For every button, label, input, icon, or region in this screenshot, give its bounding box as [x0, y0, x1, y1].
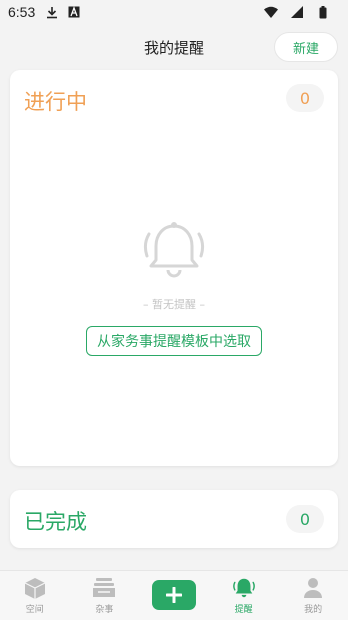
ongoing-title: 进行中 — [24, 90, 87, 114]
empty-state: – 暂无提醒 – 从家务事提醒模板中选取 — [10, 220, 338, 356]
ongoing-count-badge: 0 — [286, 84, 324, 112]
person-icon — [301, 576, 325, 600]
header: 我的提醒 新建 — [0, 28, 348, 66]
battery-icon — [316, 5, 330, 19]
tab-reminders[interactable]: 提醒 — [209, 571, 279, 620]
tray-icon — [92, 576, 116, 600]
tab-label-chores: 杂事 — [95, 605, 114, 615]
tab-label-reminders: 提醒 — [234, 605, 253, 615]
new-button[interactable]: 新建 — [274, 32, 338, 62]
box-icon — [23, 576, 47, 600]
status-bar: 6:53 — [0, 0, 348, 24]
tab-mine[interactable]: 我的 — [278, 571, 348, 620]
empty-text: – 暂无提醒 – — [143, 298, 205, 311]
tab-space[interactable]: 空间 — [0, 571, 70, 620]
completed-card[interactable]: 已完成 0 — [10, 490, 338, 548]
tab-chores[interactable]: 杂事 — [70, 571, 140, 620]
bottom-tab-bar: 空间 杂事 提醒 我的 — [0, 570, 348, 620]
plus-icon — [165, 587, 182, 603]
tab-label-space: 空间 — [25, 605, 44, 615]
wifi-icon — [264, 5, 278, 19]
completed-count-badge: 0 — [286, 505, 324, 533]
bell-icon — [143, 222, 205, 278]
ongoing-card: 进行中 0 – 暂无提醒 – 从家务事提醒模板中选取 — [10, 70, 338, 466]
status-time: 6:53 — [8, 4, 36, 20]
add-button[interactable] — [151, 580, 196, 610]
bell-icon — [232, 576, 256, 600]
tab-add[interactable] — [139, 571, 209, 620]
a-box-icon — [67, 5, 81, 19]
page-title: 我的提醒 — [143, 38, 204, 57]
signal-icon — [290, 5, 304, 19]
tab-label-mine: 我的 — [304, 605, 323, 615]
download-icon — [45, 5, 59, 19]
choose-template-button[interactable]: 从家务事提醒模板中选取 — [86, 326, 262, 356]
completed-title: 已完成 — [24, 510, 87, 534]
